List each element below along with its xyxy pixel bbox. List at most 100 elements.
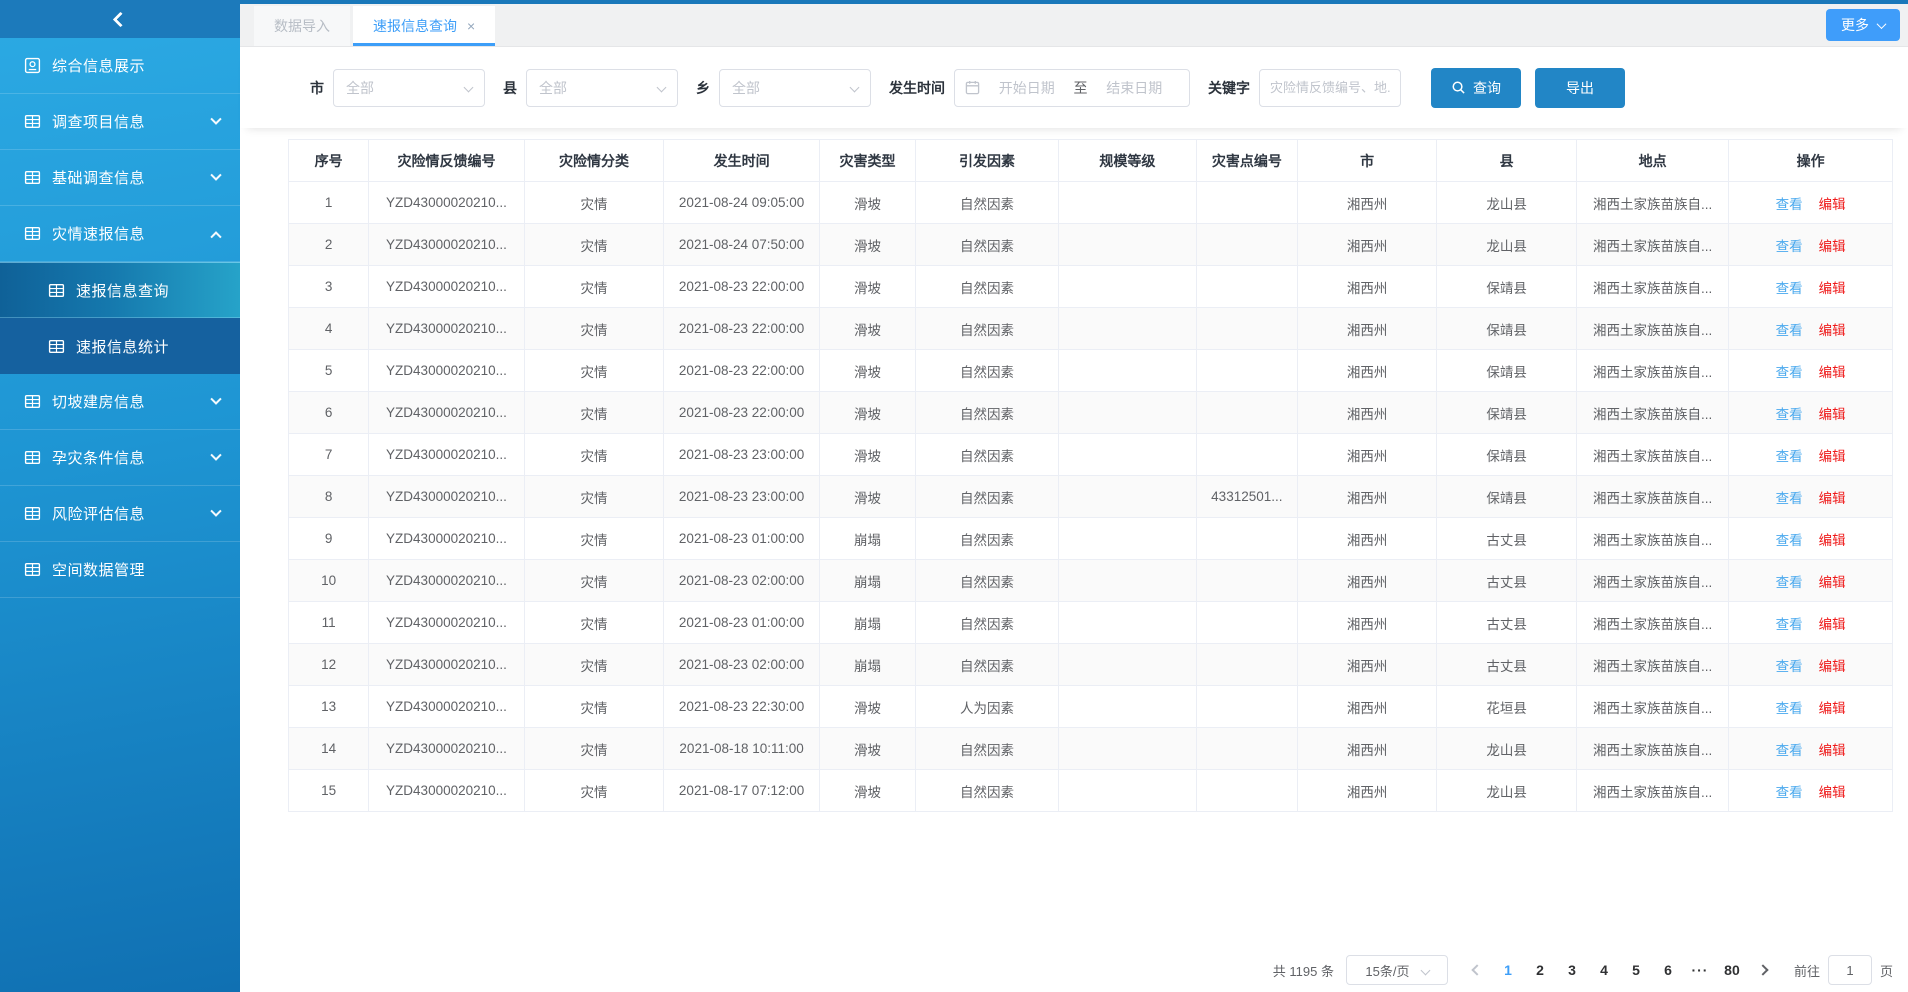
page-number[interactable]: 5 [1620,956,1652,984]
chevron-down-icon [210,449,221,460]
table-cell: 15 [289,770,369,812]
page-number[interactable]: 80 [1716,956,1748,984]
table-cell: 灾情 [524,350,664,392]
view-link[interactable]: 查看 [1776,239,1803,254]
table-cell: 自然因素 [916,644,1059,686]
date-filter-label: 发生时间 [889,78,945,98]
view-link[interactable]: 查看 [1776,407,1803,422]
table-cell: YZD43000020210... [369,518,525,560]
edit-link[interactable]: 编辑 [1819,743,1846,758]
table-cell: 3 [289,266,369,308]
sidebar-item[interactable]: 基础调查信息 [0,150,240,206]
edit-link[interactable]: 编辑 [1819,323,1846,338]
chevron-down-icon [1420,965,1430,975]
town-select[interactable]: 全部 [719,69,871,107]
sidebar-collapse-button[interactable] [0,0,240,38]
column-header: 地点 [1576,140,1728,182]
sidebar-item[interactable]: 切坡建房信息 [0,374,240,430]
tab[interactable]: 速报信息查询× [353,6,495,46]
edit-link[interactable]: 编辑 [1819,533,1846,548]
edit-link[interactable]: 编辑 [1819,407,1846,422]
edit-link[interactable]: 编辑 [1819,659,1846,674]
table-cell: 2021-08-24 09:05:00 [664,182,820,224]
city-select[interactable]: 全部 [333,69,485,107]
view-link[interactable]: 查看 [1776,575,1803,590]
export-button[interactable]: 导出 [1535,68,1625,108]
sidebar-item[interactable]: 速报信息查询 [0,262,240,318]
table-cell: 自然因素 [916,728,1059,770]
edit-link[interactable]: 编辑 [1819,449,1846,464]
view-link[interactable]: 查看 [1776,743,1803,758]
table-cell: YZD43000020210... [369,770,525,812]
table-cell [1058,392,1196,434]
tab-label: 数据导入 [274,16,330,36]
table-cell: 2021-08-23 01:00:00 [664,518,820,560]
view-link[interactable]: 查看 [1776,701,1803,716]
view-link[interactable]: 查看 [1776,197,1803,212]
page-size-select[interactable]: 15条/页 [1346,955,1448,985]
goto-page-input[interactable] [1828,955,1872,985]
city-filter-label: 市 [310,78,324,98]
actions-cell: 查看 编辑 [1729,182,1893,224]
edit-link[interactable]: 编辑 [1819,617,1846,632]
table-cell [1058,518,1196,560]
view-link[interactable]: 查看 [1776,659,1803,674]
view-link[interactable]: 查看 [1776,491,1803,506]
edit-link[interactable]: 编辑 [1819,575,1846,590]
page-number[interactable]: 4 [1588,956,1620,984]
table-cell: 保靖县 [1437,350,1577,392]
table-cell: YZD43000020210... [369,602,525,644]
edit-link[interactable]: 编辑 [1819,281,1846,296]
prev-page-button[interactable] [1462,956,1492,984]
keyword-input[interactable] [1259,69,1401,107]
view-link[interactable]: 查看 [1776,323,1803,338]
table-row: 15YZD43000020210...灾情2021-08-17 07:12:00… [289,770,1893,812]
page-number[interactable]: 6 [1652,956,1684,984]
next-page-button[interactable] [1748,956,1778,984]
page-number[interactable]: 2 [1524,956,1556,984]
table-cell: 湘西土家族苗族自... [1576,770,1728,812]
view-link[interactable]: 查看 [1776,617,1803,632]
table-cell: 灾情 [524,182,664,224]
edit-link[interactable]: 编辑 [1819,197,1846,212]
table-cell: 2021-08-23 02:00:00 [664,644,820,686]
view-link[interactable]: 查看 [1776,533,1803,548]
edit-link[interactable]: 编辑 [1819,239,1846,254]
edit-link[interactable]: 编辑 [1819,785,1846,800]
close-icon[interactable]: × [467,19,475,33]
actions-cell: 查看 编辑 [1729,728,1893,770]
page-number[interactable]: 1 [1492,956,1524,984]
county-select[interactable]: 全部 [526,69,678,107]
more-button[interactable]: 更多 [1826,9,1900,41]
query-button[interactable]: 查询 [1431,68,1521,108]
sidebar-item[interactable]: 孕灾条件信息 [0,430,240,486]
table-row: 14YZD43000020210...灾情2021-08-18 10:11:00… [289,728,1893,770]
sidebar-item[interactable]: 空间数据管理 [0,542,240,598]
table-cell [1058,434,1196,476]
column-header: 序号 [289,140,369,182]
sidebar-item[interactable]: 速报信息统计 [0,318,240,374]
edit-link[interactable]: 编辑 [1819,701,1846,716]
sidebar-item[interactable]: 风险评估信息 [0,486,240,542]
table-cell: 崩塌 [819,560,915,602]
view-link[interactable]: 查看 [1776,785,1803,800]
sidebar-item[interactable]: 调查项目信息 [0,94,240,150]
page-number[interactable]: 3 [1556,956,1588,984]
view-link[interactable]: 查看 [1776,449,1803,464]
sidebar-item[interactable]: 综合信息展示 [0,38,240,94]
edit-link[interactable]: 编辑 [1819,365,1846,380]
table-cell: 灾情 [524,224,664,266]
table-cell [1058,770,1196,812]
date-range-picker[interactable]: 开始日期 至 结束日期 [954,69,1190,107]
table-cell: 湘西州 [1297,560,1437,602]
page-ellipsis: ··· [1684,956,1716,984]
edit-link[interactable]: 编辑 [1819,491,1846,506]
sidebar-item[interactable]: 灾情速报信息 [0,206,240,262]
view-link[interactable]: 查看 [1776,365,1803,380]
table-row: 11YZD43000020210...灾情2021-08-23 01:00:00… [289,602,1893,644]
table-cell [1058,644,1196,686]
table-cell: YZD43000020210... [369,392,525,434]
table-icon [48,282,65,299]
tab[interactable]: 数据导入 [254,6,350,46]
view-link[interactable]: 查看 [1776,281,1803,296]
